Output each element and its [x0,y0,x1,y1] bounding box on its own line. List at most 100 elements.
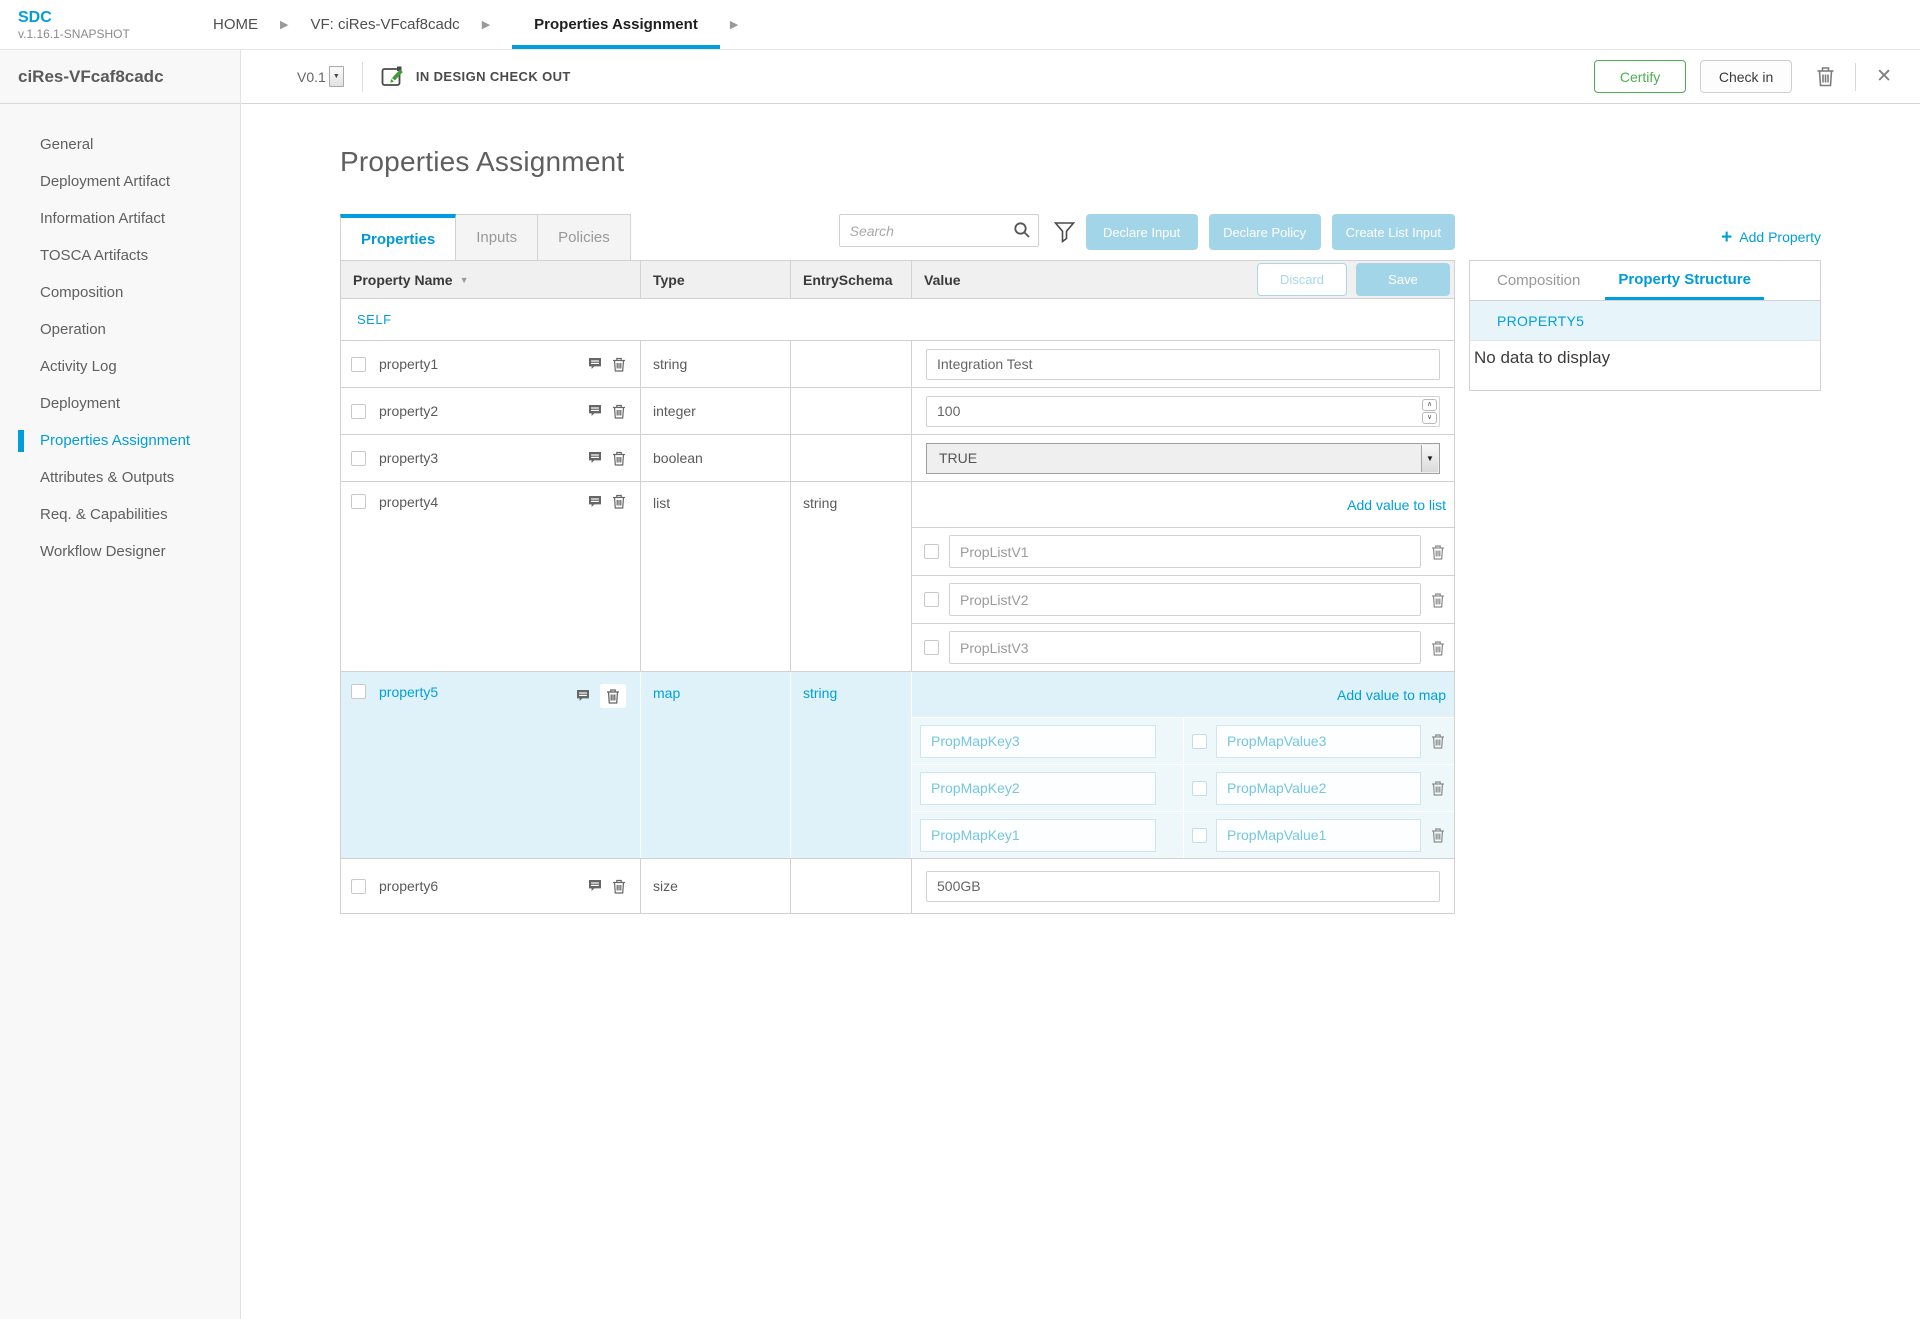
delete-map-entry-icon[interactable] [1431,780,1445,796]
comment-icon[interactable] [588,495,602,509]
row-checkbox[interactable] [351,494,366,509]
tab-property-structure[interactable]: Property Structure [1605,261,1764,300]
row-checkbox[interactable] [351,404,366,419]
value-input[interactable] [926,871,1440,902]
list-value-input[interactable] [949,631,1421,664]
property-type: string [641,341,791,387]
save-button[interactable]: Save [1356,263,1450,296]
map-value-input[interactable] [1216,819,1421,852]
declare-input-button[interactable]: Declare Input [1086,214,1198,250]
delete-property-icon[interactable] [612,879,626,894]
map-key-input[interactable] [920,819,1156,852]
map-key-input[interactable] [920,772,1156,805]
table-header: Property Name ▼ Type EntrySchema Value D… [341,261,1454,299]
group-row-self[interactable]: SELF [341,299,1454,341]
breadcrumb-vf[interactable]: VF: ciRes-VFcaf8cadc [310,0,459,49]
sidebar-item-properties-assignment[interactable]: Properties Assignment [0,422,240,459]
sidebar-item-operation[interactable]: Operation [0,311,240,348]
row-checkbox[interactable] [351,357,366,372]
add-property-button[interactable]: + Add Property [1469,214,1821,260]
delete-list-item-icon[interactable] [1431,640,1445,656]
comment-icon[interactable] [588,879,602,893]
map-entry-checkbox[interactable] [1192,781,1207,796]
sidebar-item-general[interactable]: General [0,126,240,163]
checkout-edit-icon [381,65,406,88]
spinner-up-icon[interactable]: ∧ [1422,399,1437,411]
sidebar-item-deployment[interactable]: Deployment [0,385,240,422]
column-type[interactable]: Type [641,261,791,298]
tab-policies[interactable]: Policies [538,214,631,260]
delete-property-icon[interactable] [612,451,626,466]
top-nav: SDC v.1.16.1-SNAPSHOT HOME ▶ VF: ciRes-V… [0,0,1920,50]
delete-list-item-icon[interactable] [1431,544,1445,560]
check-in-button[interactable]: Check in [1700,60,1792,93]
declare-policy-button[interactable]: Declare Policy [1209,214,1321,250]
add-value-to-list-link[interactable]: Add value to list [1347,497,1446,513]
spinner-down-icon[interactable]: ∨ [1422,412,1437,424]
breadcrumb-home[interactable]: HOME [213,0,258,49]
comment-icon[interactable] [576,689,590,703]
map-key-input[interactable] [920,725,1156,758]
selected-property-header[interactable]: PROPERTY5 [1470,301,1820,341]
comment-icon[interactable] [588,357,602,371]
list-item [912,575,1454,623]
sidebar-item-composition[interactable]: Composition [0,274,240,311]
close-icon[interactable]: ✕ [1876,67,1892,86]
property-type: size [641,859,791,913]
filter-icon[interactable] [1054,221,1075,243]
delete-property-icon[interactable] [612,494,626,509]
breadcrumb-properties-assignment[interactable]: Properties Assignment [512,0,720,49]
map-value-input[interactable] [1216,725,1421,758]
version-dropdown[interactable]: ▼ [329,66,344,87]
delete-property-icon[interactable] [612,357,626,372]
search-input[interactable] [839,214,1039,247]
tab-composition[interactable]: Composition [1484,261,1593,300]
discard-button[interactable]: Discard [1257,263,1347,296]
list-item [912,623,1454,671]
certify-button[interactable]: Certify [1594,60,1686,93]
sidebar-item-activity-log[interactable]: Activity Log [0,348,240,385]
search-icon [1013,221,1031,239]
sidebar-item-req-capabilities[interactable]: Req. & Capabilities [0,496,240,533]
list-value-input[interactable] [949,535,1421,568]
delete-icon[interactable] [1816,66,1835,87]
delete-list-item-icon[interactable] [1431,592,1445,608]
delete-map-entry-icon[interactable] [1431,733,1445,749]
add-value-to-map-link[interactable]: Add value to map [1337,687,1446,703]
value-select[interactable]: TRUE ▼ [926,443,1440,474]
logo-text: SDC [18,9,213,27]
comment-icon[interactable] [588,404,602,418]
column-property-name[interactable]: Property Name ▼ [341,261,641,298]
properties-table: Property Name ▼ Type EntrySchema Value D… [340,260,1455,914]
sort-caret-icon: ▼ [460,275,469,285]
tab-inputs[interactable]: Inputs [456,214,538,260]
value-input[interactable] [926,349,1440,380]
delete-property-icon[interactable] [612,404,626,419]
column-entryschema[interactable]: EntrySchema [791,261,912,298]
row-checkbox[interactable] [351,879,366,894]
delete-map-entry-icon[interactable] [1431,827,1445,843]
property-name: property6 [379,878,438,894]
list-item-checkbox[interactable] [924,592,939,607]
comment-icon[interactable] [588,451,602,465]
sidebar-item-tosca-artifacts[interactable]: TOSCA Artifacts [0,237,240,274]
delete-property-icon[interactable] [600,684,626,708]
sidebar-item-workflow-designer[interactable]: Workflow Designer [0,533,240,570]
tab-properties[interactable]: Properties [340,214,456,260]
value-number-input[interactable] [926,396,1440,427]
map-entry-checkbox[interactable] [1192,828,1207,843]
row-checkbox[interactable] [351,451,366,466]
plus-icon: + [1721,228,1732,247]
sidebar-item-attributes-outputs[interactable]: Attributes & Outputs [0,459,240,496]
sidebar-item-deployment-artifact[interactable]: Deployment Artifact [0,163,240,200]
map-entry-checkbox[interactable] [1192,734,1207,749]
list-item [912,527,1454,575]
list-item-checkbox[interactable] [924,640,939,655]
row-checkbox[interactable] [351,684,366,699]
sidebar-item-information-artifact[interactable]: Information Artifact [0,200,240,237]
list-value-input[interactable] [949,583,1421,616]
list-item-checkbox[interactable] [924,544,939,559]
divider [362,62,363,92]
map-value-input[interactable] [1216,772,1421,805]
create-list-input-button[interactable]: Create List Input [1332,214,1455,250]
